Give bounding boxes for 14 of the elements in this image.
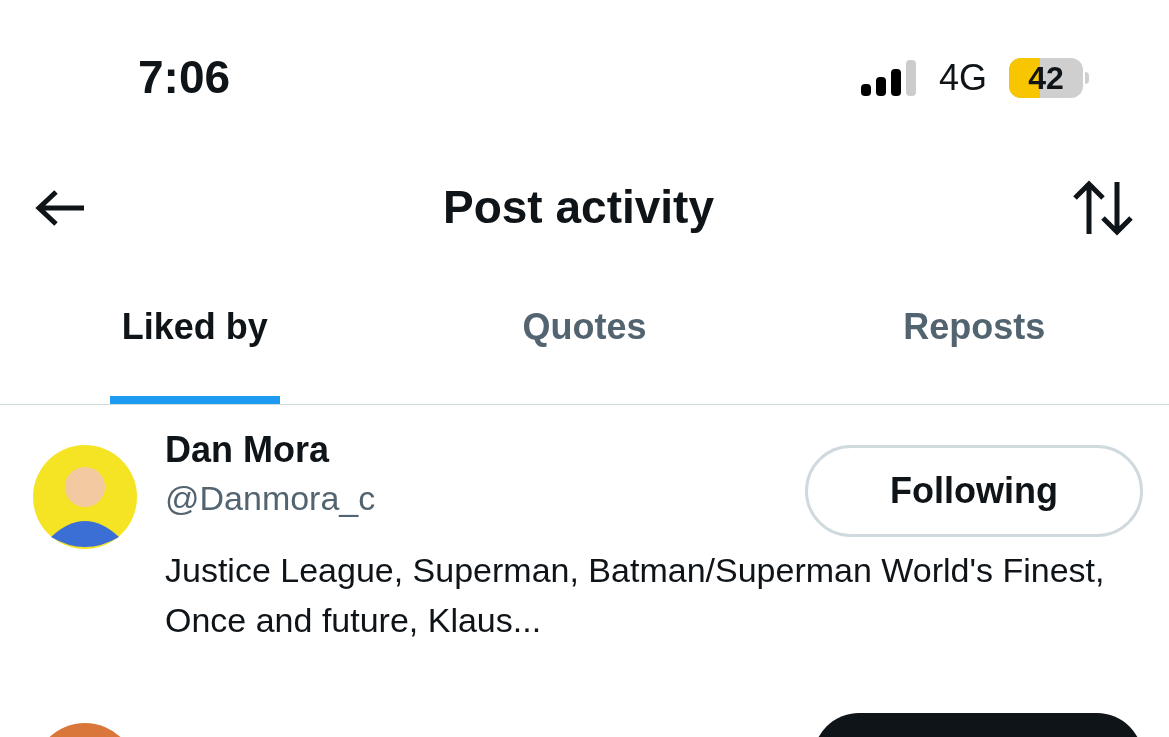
follow-button[interactable]: Following	[805, 445, 1143, 537]
tab[interactable]: Quotes	[510, 300, 659, 404]
back-arrow-icon[interactable]	[34, 187, 86, 228]
user-bio: Justice League, Superman, Batman/Superman World's Finest, Once and future, Klaus...	[165, 550, 1106, 641]
user-name: Dan Mora	[165, 428, 331, 472]
status-time: 7:06	[138, 50, 231, 105]
tab[interactable]: Reposts	[891, 300, 1058, 404]
network-label: 4G	[938, 55, 987, 100]
sort-icon[interactable]	[1071, 179, 1135, 236]
page-title: Post activity	[443, 180, 714, 235]
tab[interactable]: Liked by	[109, 300, 280, 404]
avatar-icon[interactable]	[33, 445, 137, 549]
user-handle: @Danmora_c	[165, 478, 376, 519]
signal-icon	[860, 59, 917, 96]
